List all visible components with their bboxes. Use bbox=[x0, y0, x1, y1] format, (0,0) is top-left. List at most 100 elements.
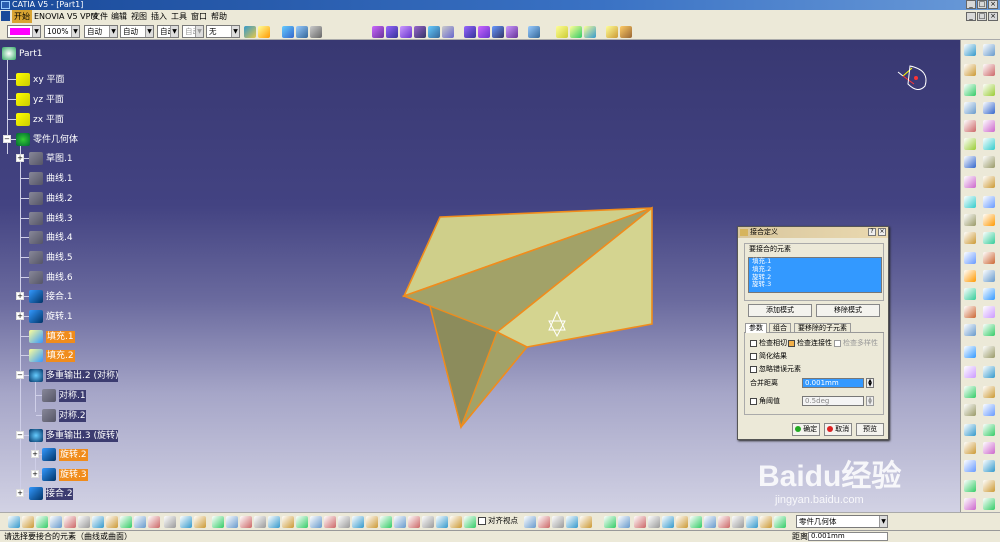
tree-node[interactable]: 接合.1 bbox=[46, 291, 73, 303]
camera-icon[interactable] bbox=[464, 516, 476, 528]
join-tool-icon[interactable] bbox=[964, 138, 976, 150]
tree-node[interactable]: 填充.2 bbox=[46, 350, 75, 362]
property-icon[interactable] bbox=[552, 516, 564, 528]
healing-icon[interactable] bbox=[964, 386, 976, 398]
catalog-icon[interactable] bbox=[180, 516, 192, 528]
line-icon[interactable] bbox=[964, 64, 976, 76]
tree-node[interactable]: 曲线.6 bbox=[46, 272, 73, 284]
maximize-button[interactable]: □ bbox=[977, 0, 987, 9]
analysis-icon[interactable] bbox=[422, 516, 434, 528]
clipping-icon[interactable] bbox=[450, 516, 462, 528]
check-tangency-checkbox[interactable] bbox=[750, 340, 757, 347]
open-icon[interactable] bbox=[22, 516, 34, 528]
collapse-icon[interactable]: − bbox=[16, 371, 24, 379]
cut-icon[interactable] bbox=[64, 516, 76, 528]
layer-select[interactable]: 自动 ▼ bbox=[182, 25, 204, 38]
offset-icon[interactable] bbox=[964, 366, 976, 378]
extrude-icon[interactable] bbox=[983, 306, 995, 318]
axis-tool-icon[interactable] bbox=[310, 26, 322, 38]
point-icon[interactable] bbox=[983, 44, 995, 56]
tree-node[interactable]: 曲线.5 bbox=[46, 252, 73, 264]
join-tool-icon[interactable] bbox=[983, 366, 995, 378]
refresh-icon[interactable] bbox=[566, 516, 578, 528]
tree-node[interactable]: 旋转.3 bbox=[59, 469, 88, 481]
curvature-icon[interactable] bbox=[704, 516, 716, 528]
constraint-icon[interactable] bbox=[604, 516, 616, 528]
transform-icon[interactable] bbox=[556, 26, 568, 38]
painter-icon[interactable] bbox=[244, 26, 256, 38]
loft-icon[interactable] bbox=[964, 120, 976, 132]
draft-icon[interactable] bbox=[492, 26, 504, 38]
mirror-icon[interactable] bbox=[570, 26, 582, 38]
line-thickness-select[interactable]: 自动 ▼ bbox=[84, 25, 118, 38]
tree-node[interactable]: xy 平面 bbox=[33, 74, 65, 86]
dimension-icon[interactable] bbox=[746, 516, 758, 528]
collapse-icon[interactable]: − bbox=[16, 431, 24, 439]
tree-node[interactable]: 曲线.1 bbox=[46, 173, 73, 185]
lighting-icon[interactable] bbox=[436, 516, 448, 528]
fillet-tool-icon[interactable] bbox=[983, 424, 995, 436]
thread-icon[interactable] bbox=[620, 26, 632, 38]
new-icon[interactable] bbox=[8, 516, 20, 528]
simplify-checkbox[interactable] bbox=[750, 353, 757, 360]
translate-icon[interactable] bbox=[964, 442, 976, 454]
hole-icon[interactable] bbox=[428, 26, 440, 38]
fill-tool-icon[interactable] bbox=[964, 346, 976, 358]
merge-distance-spinner[interactable]: ▲ ▼ bbox=[866, 378, 874, 388]
remove-mode-button[interactable]: 移除模式 bbox=[816, 304, 880, 317]
doc-minimize-button[interactable]: _ bbox=[966, 12, 976, 21]
menu-help[interactable]: 帮助 bbox=[211, 10, 227, 23]
check-manifold-checkbox[interactable] bbox=[834, 340, 841, 347]
zoom-out-icon[interactable] bbox=[268, 516, 280, 528]
extrapolate-icon[interactable] bbox=[964, 252, 976, 264]
axis-system-tool-icon[interactable] bbox=[983, 252, 995, 264]
normal-view-icon[interactable] bbox=[282, 516, 294, 528]
pan-icon[interactable] bbox=[226, 516, 238, 528]
symmetry-tool-icon[interactable] bbox=[983, 214, 995, 226]
join-definition-dialog[interactable]: 接合定义 ? × 要接合的元素 填充.1 填充.2 旋转.2 旋转.3 添加模式… bbox=[737, 226, 889, 440]
chamfer-icon[interactable] bbox=[478, 26, 490, 38]
extrapolate-icon[interactable] bbox=[983, 480, 995, 492]
shell-icon[interactable] bbox=[506, 26, 518, 38]
transparency-select[interactable]: 100% ▼ bbox=[44, 25, 80, 38]
expand-icon[interactable]: + bbox=[16, 292, 24, 300]
pattern-icon[interactable] bbox=[584, 26, 596, 38]
tree-node[interactable]: 草图.1 bbox=[46, 153, 73, 165]
paste-icon[interactable] bbox=[92, 516, 104, 528]
line-icon[interactable] bbox=[983, 288, 995, 300]
measure-icon[interactable] bbox=[408, 516, 420, 528]
translate-icon[interactable] bbox=[983, 196, 995, 208]
expand-icon[interactable]: + bbox=[16, 489, 24, 497]
sweep-icon[interactable] bbox=[983, 324, 995, 336]
rotate-tool-icon[interactable] bbox=[964, 214, 976, 226]
link-icon[interactable] bbox=[618, 516, 630, 528]
loft-icon[interactable] bbox=[983, 346, 995, 358]
repetition-icon[interactable] bbox=[964, 270, 976, 282]
analysis2-icon[interactable] bbox=[676, 516, 688, 528]
boundary-icon[interactable] bbox=[964, 176, 976, 188]
minimize-button[interactable]: _ bbox=[966, 0, 976, 9]
symmetry-tool-icon[interactable] bbox=[964, 460, 976, 472]
dialog-close-button[interactable]: × bbox=[878, 228, 886, 236]
pad-icon[interactable] bbox=[372, 26, 384, 38]
split-tool-icon[interactable] bbox=[964, 156, 976, 168]
iso-view-icon[interactable] bbox=[296, 516, 308, 528]
undo-icon[interactable] bbox=[106, 516, 118, 528]
add-mode-button[interactable]: 添加模式 bbox=[748, 304, 812, 317]
graph-icon[interactable] bbox=[212, 516, 224, 528]
zoom-in-icon[interactable] bbox=[254, 516, 266, 528]
close-button[interactable]: × bbox=[988, 0, 998, 9]
tree-node[interactable]: yz 平面 bbox=[33, 94, 64, 106]
tree-node[interactable]: 旋转.1 bbox=[46, 311, 73, 323]
extract-icon[interactable] bbox=[964, 424, 976, 436]
render-icon[interactable] bbox=[380, 516, 392, 528]
print-icon[interactable] bbox=[50, 516, 62, 528]
brush-icon[interactable] bbox=[258, 26, 270, 38]
connect-icon[interactable] bbox=[718, 516, 730, 528]
tree-node[interactable]: 接合.2 bbox=[46, 488, 73, 500]
affinity-icon[interactable] bbox=[983, 232, 995, 244]
distance-input[interactable]: 0.001mm bbox=[808, 532, 888, 541]
collapse-icon[interactable]: − bbox=[3, 135, 11, 143]
extract-icon[interactable] bbox=[983, 176, 995, 188]
tree-node[interactable]: 曲线.2 bbox=[46, 193, 73, 205]
